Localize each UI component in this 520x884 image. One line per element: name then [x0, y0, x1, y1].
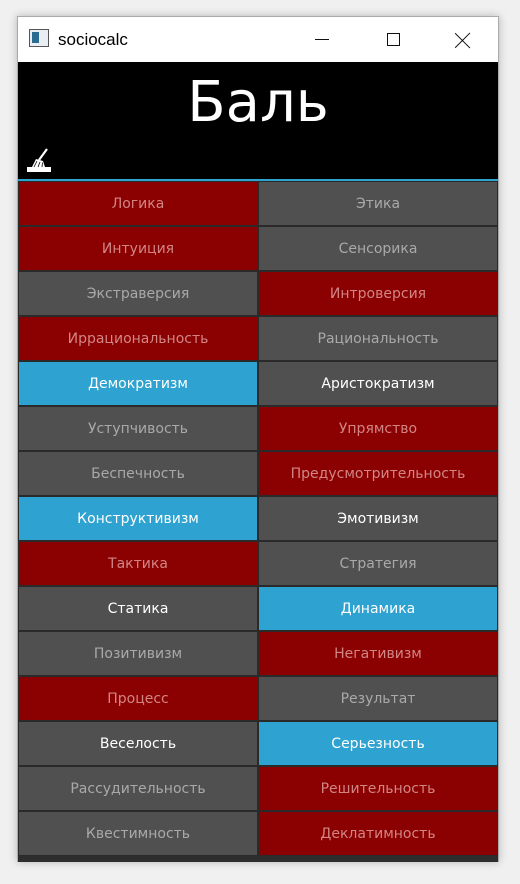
trait-button[interactable]: Аристократизм — [258, 361, 498, 406]
trait-button[interactable]: Рассудительность — [18, 766, 258, 811]
trait-button[interactable]: Стратегия — [258, 541, 498, 586]
trait-button[interactable]: Иррациональность — [18, 316, 258, 361]
trait-button-grid: Логика Этика Интуиция Сенсорика Экстраверсия… — [18, 181, 498, 858]
trait-button[interactable]: Интроверсия — [258, 271, 498, 316]
trait-button[interactable]: Демократизм — [18, 361, 258, 406]
trait-button[interactable]: Квестимность — [18, 811, 258, 856]
trait-button[interactable]: Беспечность — [18, 451, 258, 496]
bottom-border — [18, 856, 498, 862]
broom-icon[interactable] — [26, 147, 52, 173]
title-bar[interactable]: sociocalc — [18, 17, 498, 62]
trait-button[interactable]: Веселость — [18, 721, 258, 766]
trait-button[interactable]: Позитивизм — [18, 631, 258, 676]
trait-button[interactable]: Тактика — [18, 541, 258, 586]
trait-button[interactable]: Сенсорика — [258, 226, 498, 271]
trait-button[interactable]: Негативизм — [258, 631, 498, 676]
trait-button[interactable]: Интуиция — [18, 226, 258, 271]
trait-button[interactable]: Результат — [258, 676, 498, 721]
result-display: Баль — [18, 62, 498, 179]
maximize-button[interactable] — [370, 17, 416, 62]
trait-button[interactable]: Логика — [18, 181, 258, 226]
result-value: Баль — [187, 70, 329, 135]
trait-button[interactable]: Конструктивизм — [18, 496, 258, 541]
trait-button[interactable]: Уступчивость — [18, 406, 258, 451]
minimize-button[interactable] — [299, 17, 345, 62]
close-icon — [455, 32, 471, 48]
trait-button[interactable]: Процесс — [18, 676, 258, 721]
trait-button[interactable]: Серьезность — [258, 721, 498, 766]
minimize-icon — [315, 39, 329, 40]
trait-button[interactable]: Предусмотрительность — [258, 451, 498, 496]
trait-button[interactable]: Решительность — [258, 766, 498, 811]
app-icon — [29, 29, 49, 47]
close-button[interactable] — [440, 17, 486, 62]
trait-button[interactable]: Динамика — [258, 586, 498, 631]
trait-button[interactable]: Деклатимность — [258, 811, 498, 856]
trait-button[interactable]: Этика — [258, 181, 498, 226]
maximize-icon — [386, 33, 400, 46]
app-window: sociocalc Баль Логика Этика Интуиция Сенсор… — [17, 16, 499, 862]
trait-button[interactable]: Рациональность — [258, 316, 498, 361]
window-title: sociocalc — [58, 30, 128, 49]
trait-button[interactable]: Экстраверсия — [18, 271, 258, 316]
trait-button[interactable]: Упрямство — [258, 406, 498, 451]
trait-button[interactable]: Статика — [18, 586, 258, 631]
trait-button[interactable]: Эмотивизм — [258, 496, 498, 541]
